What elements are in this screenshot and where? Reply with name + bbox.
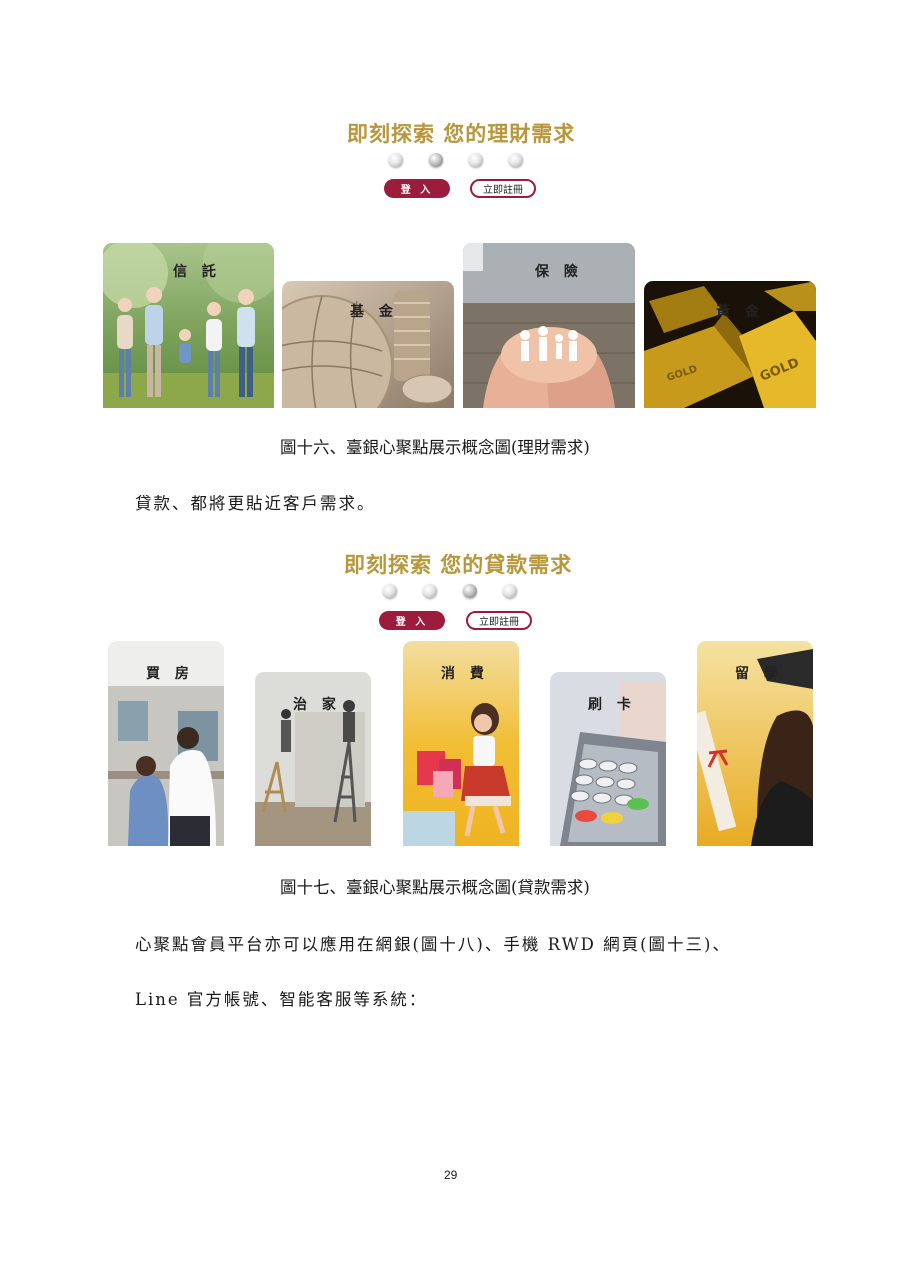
body-paragraph: 貸款、都將更貼近客戶需求。 (135, 494, 376, 513)
card-label: 黃 金 (716, 304, 764, 320)
figure17-caption: 圖十七、臺銀心聚點展示概念圖(貸款需求) (280, 878, 590, 897)
login-button[interactable]: 登 入 (379, 611, 445, 630)
carousel-dot[interactable] (383, 584, 397, 598)
card-label: 保 險 (535, 264, 583, 280)
carousel-dot[interactable] (503, 584, 517, 598)
carousel-dot[interactable] (509, 153, 523, 167)
card-trust[interactable]: 信 託 (103, 243, 274, 408)
carousel-dot[interactable] (389, 153, 403, 167)
figure16-carousel-dots[interactable] (389, 153, 523, 167)
card-label: 留 學 (735, 666, 783, 682)
body-paragraph: Line 官方帳號、智能客服等系統： (135, 990, 428, 1009)
card-label: 買 房 (146, 666, 194, 682)
register-button[interactable]: 立即註冊 (466, 611, 532, 630)
card-label: 基 金 (350, 304, 398, 320)
carousel-dot[interactable] (423, 584, 437, 598)
card-label: 刷 卡 (588, 697, 636, 713)
figure17-carousel-dots[interactable] (383, 584, 517, 598)
card-credit-card[interactable]: 刷 卡 (550, 672, 666, 846)
card-home-repair[interactable]: 治 家 (255, 672, 371, 846)
card-consumer[interactable]: 消 費 (403, 641, 519, 846)
card-study-abroad[interactable]: 留 學 (697, 641, 813, 846)
card-label: 信 託 (173, 264, 221, 280)
card-buy-house[interactable]: 買 房 (108, 641, 224, 846)
figure16-title: 即刻探索 您的理財需求 (347, 122, 576, 146)
page-number: 29 (444, 1168, 458, 1182)
carousel-dot[interactable] (469, 153, 483, 167)
login-button[interactable]: 登 入 (384, 179, 450, 198)
card-label: 消 費 (441, 666, 489, 682)
figure16-caption: 圖十六、臺銀心聚點展示概念圖(理財需求) (280, 438, 590, 457)
card-gold[interactable]: GOLD GOLD 黃 金 (644, 281, 816, 408)
card-fund[interactable]: 基 金 (282, 281, 454, 408)
carousel-dot-active[interactable] (463, 584, 477, 598)
register-button[interactable]: 立即註冊 (470, 179, 536, 198)
figure17-title: 即刻探索 您的貸款需求 (344, 553, 573, 577)
card-insurance[interactable]: 保 險 (463, 243, 635, 408)
card-label: 治 家 (293, 697, 341, 713)
body-paragraph: 心聚點會員平台亦可以應用在網銀(圖十八)、手機 RWD 網頁(圖十三)、 (135, 935, 731, 954)
carousel-dot-active[interactable] (429, 153, 443, 167)
